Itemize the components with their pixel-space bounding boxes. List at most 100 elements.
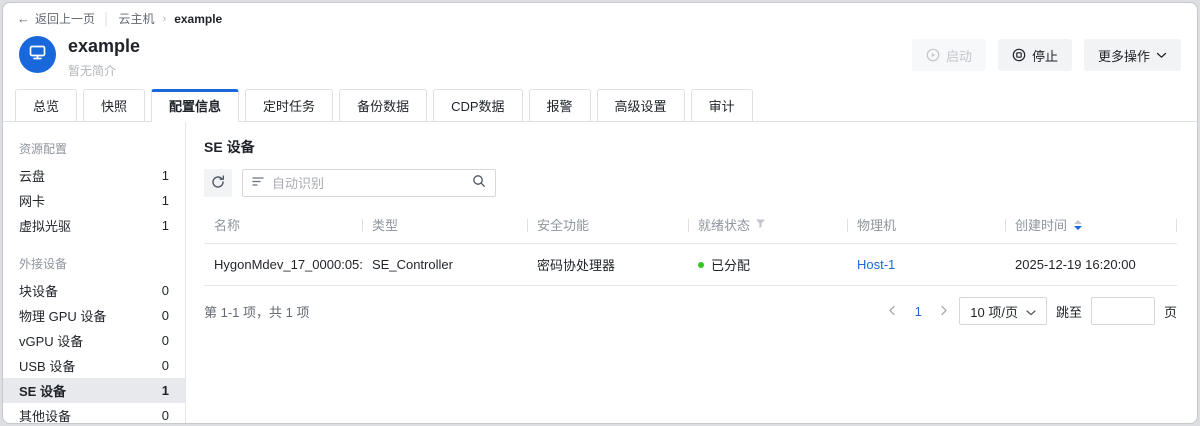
breadcrumb-chevron-icon: › — [163, 13, 167, 25]
sidebar-section-resources: 资源配置 云盘 1 网卡 1 虚拟光驱 1 — [3, 132, 185, 238]
host-link[interactable]: Host-1 — [857, 257, 895, 272]
sidebar-section-title: 资源配置 — [3, 132, 185, 163]
sidebar-item-label: 块设备 — [19, 281, 58, 300]
sidebar-item-count: 0 — [162, 333, 169, 348]
sidebar-section-title: 外接设备 — [3, 247, 185, 278]
sidebar-item-label: 云盘 — [19, 166, 45, 185]
breadcrumb-current: example — [174, 12, 222, 26]
back-arrow-icon: ← — [17, 11, 30, 26]
tab-cdp-data[interactable]: CDP数据 — [433, 89, 522, 122]
toolbar — [204, 169, 1177, 197]
prev-page-button[interactable] — [886, 304, 898, 319]
column-header-host: 物理机 — [847, 211, 1005, 243]
tab-backup-data[interactable]: 备份数据 — [339, 89, 427, 122]
tab-snapshots[interactable]: 快照 — [83, 89, 145, 122]
stop-circle-icon — [1012, 48, 1026, 62]
sidebar-item-label: SE 设备 — [19, 381, 66, 400]
sidebar-item-label: 其他设备 — [19, 406, 71, 424]
cell-ready-status: 已分配 — [688, 244, 847, 285]
back-label: 返回上一页 — [35, 10, 95, 27]
start-button-label: 启动 — [946, 46, 972, 65]
more-actions-label: 更多操作 — [1098, 46, 1150, 65]
page-size-value: 10 项/页 — [970, 302, 1018, 321]
search-input[interactable] — [272, 176, 465, 191]
sidebar-item-nic[interactable]: 网卡 1 — [3, 188, 185, 213]
se-device-table: 名称 类型 安全功能 就绪状态 — [204, 211, 1177, 286]
page-size-select[interactable]: 10 项/页 — [959, 297, 1047, 325]
tab-content: 资源配置 云盘 1 网卡 1 虚拟光驱 1 外接设备 块设备 0 — [3, 122, 1197, 423]
sidebar-item-count: 1 — [162, 168, 169, 183]
vm-detail-page: ← 返回上一页 │ 云主机 › example example 暂无简介 — [2, 2, 1198, 424]
filter-lines-icon[interactable] — [252, 174, 265, 192]
play-circle-icon — [926, 48, 940, 62]
sort-desc-icon[interactable] — [1074, 220, 1082, 230]
sidebar-item-count: 1 — [162, 193, 169, 208]
search-icon[interactable] — [472, 174, 486, 193]
table-header-row: 名称 类型 安全功能 就绪状态 — [204, 211, 1177, 244]
sidebar-item-vgpu[interactable]: vGPU 设备 0 — [3, 328, 185, 353]
table-footer: 第 1-1 项，共 1 项 1 10 项/页 跳至 — [204, 297, 1177, 325]
sidebar-item-label: 虚拟光驱 — [19, 216, 71, 235]
vm-subtitle: 暂无简介 — [68, 62, 912, 79]
breadcrumb: ← 返回上一页 │ 云主机 › example — [3, 3, 1197, 28]
sidebar-item-usb[interactable]: USB 设备 0 — [3, 353, 185, 378]
refresh-icon — [211, 175, 225, 192]
sidebar-item-se-device[interactable]: SE 设备 1 — [3, 378, 185, 403]
header-actions: 启动 停止 更多操作 — [912, 39, 1181, 71]
sidebar-item-count: 1 — [162, 383, 169, 398]
sidebar-item-other-devices[interactable]: 其他设备 0 — [3, 403, 185, 424]
next-page-button[interactable] — [938, 304, 950, 319]
vm-header: example 暂无简介 启动 — [3, 28, 1197, 89]
pagination-summary: 第 1-1 项，共 1 项 — [204, 302, 309, 321]
column-header-name: 名称 — [204, 211, 362, 243]
column-header-created-time: 创建时间 — [1005, 211, 1177, 243]
vm-monitor-icon — [28, 43, 47, 67]
sidebar-item-label: USB 设备 — [19, 356, 75, 375]
tab-scheduled-tasks[interactable]: 定时任务 — [245, 89, 333, 122]
status-dot-green — [698, 262, 704, 268]
breadcrumb-section[interactable]: 云主机 — [119, 10, 155, 27]
sidebar-item-virtual-cdrom[interactable]: 虚拟光驱 1 — [3, 213, 185, 238]
sidebar-item-cloud-disk[interactable]: 云盘 1 — [3, 163, 185, 188]
tab-overview[interactable]: 总览 — [15, 89, 77, 122]
start-button[interactable]: 启动 — [912, 39, 986, 71]
pagination-controls: 1 10 项/页 跳至 页 — [886, 297, 1177, 325]
page-title: example — [68, 36, 912, 56]
cell-name: HygonMdev_17_0000:05:00.2 — [204, 246, 362, 283]
refresh-button[interactable] — [204, 169, 232, 197]
table-row[interactable]: HygonMdev_17_0000:05:00.2 SE_Controller … — [204, 244, 1177, 286]
more-actions-button[interactable]: 更多操作 — [1084, 39, 1181, 71]
cell-created-time: 2025-12-19 16:20:00 — [1005, 246, 1177, 283]
sidebar-item-count: 1 — [162, 218, 169, 233]
tab-advanced-settings[interactable]: 高级设置 — [597, 89, 685, 122]
jump-page-input[interactable] — [1091, 297, 1155, 325]
sidebar-item-count: 0 — [162, 408, 169, 423]
sidebar-item-block-device[interactable]: 块设备 0 — [3, 278, 185, 303]
se-device-panel: SE 设备 — [186, 122, 1197, 423]
sidebar-item-count: 0 — [162, 283, 169, 298]
tab-config-info[interactable]: 配置信息 — [151, 89, 239, 122]
sidebar-item-physical-gpu[interactable]: 物理 GPU 设备 0 — [3, 303, 185, 328]
column-header-ready-status: 就绪状态 — [688, 211, 847, 243]
status-label: 已分配 — [711, 255, 750, 274]
column-header-security-function: 安全功能 — [527, 211, 688, 243]
panel-title: SE 设备 — [204, 137, 1177, 157]
tab-alerts[interactable]: 报警 — [529, 89, 591, 122]
sidebar-item-count: 0 — [162, 358, 169, 373]
vm-title-block: example 暂无简介 — [68, 36, 912, 79]
chevron-down-icon — [1026, 304, 1036, 319]
jump-to-label: 跳至 — [1056, 302, 1082, 321]
stop-button[interactable]: 停止 — [998, 39, 1072, 71]
sidebar-section-external-devices: 外接设备 块设备 0 物理 GPU 设备 0 vGPU 设备 0 USB 设备 … — [3, 247, 185, 424]
sidebar-item-label: 物理 GPU 设备 — [19, 306, 106, 325]
tab-bar: 总览 快照 配置信息 定时任务 备份数据 CDP数据 报警 高级设置 审计 — [3, 89, 1197, 122]
page-suffix-label: 页 — [1164, 302, 1177, 321]
sidebar-item-label: 网卡 — [19, 191, 45, 210]
page-number-1[interactable]: 1 — [907, 304, 929, 319]
chevron-down-icon — [1156, 52, 1167, 59]
stop-button-label: 停止 — [1032, 46, 1058, 65]
tab-audit[interactable]: 审计 — [691, 89, 753, 122]
cell-host: Host-1 — [847, 246, 1005, 283]
back-link[interactable]: ← 返回上一页 — [17, 10, 95, 27]
filter-funnel-icon[interactable] — [755, 217, 766, 232]
